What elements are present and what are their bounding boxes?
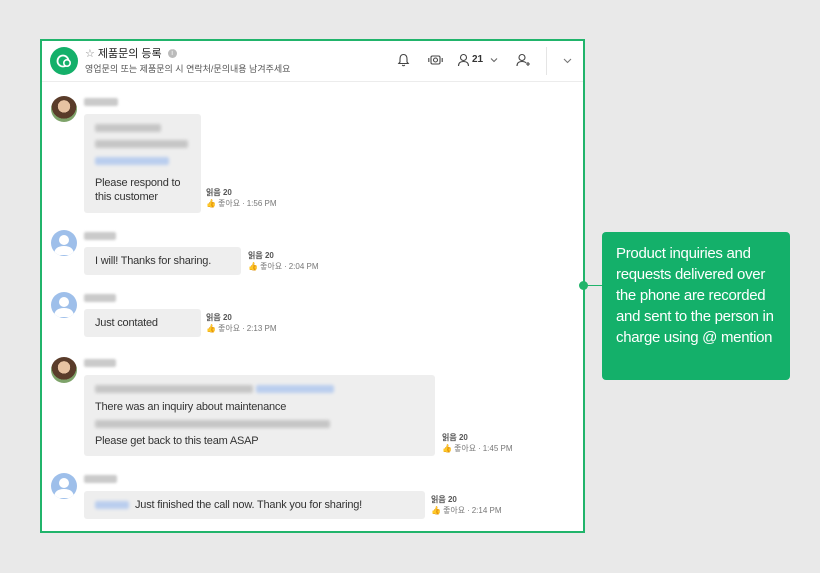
camera-capture-icon[interactable] (428, 53, 443, 67)
user-placeholder-icon (54, 297, 74, 317)
chat-header: ☆ 제품문의 등록 i 영업문의 또는 제품문의 시 연락처/문의내용 남겨주세… (42, 41, 583, 82)
read-count[interactable]: 읽음 20 (206, 312, 277, 323)
page-title: 제품문의 등록 (97, 48, 162, 60)
read-count[interactable]: 읽음 20 (431, 494, 502, 505)
add-member-icon[interactable] (516, 53, 531, 67)
message-meta: 읽음 20 👍 좋아요 · 2:14 PM (431, 494, 502, 516)
like-button[interactable]: 좋아요 (218, 323, 240, 334)
message-text: Just contated (95, 317, 158, 329)
message-meta: 읽음 20 👍 좋아요 · 2:13 PM (206, 312, 277, 334)
message-bubble[interactable]: There was an inquiry about maintenance P… (84, 375, 435, 456)
members-icon[interactable] (457, 53, 470, 67)
read-count[interactable]: 읽음 20 (206, 187, 277, 198)
collapse-chevron-icon[interactable] (563, 58, 572, 64)
redacted-mention[interactable] (95, 501, 129, 509)
sender-name (84, 232, 116, 240)
like-icon[interactable]: 👍 (206, 323, 216, 334)
user-placeholder-icon (54, 478, 74, 498)
callout-text: Product inquiries and requests delivered… (616, 245, 774, 346)
chat-window: ☆ 제품문의 등록 i 영업문의 또는 제품문의 시 연락처/문의내용 남겨주세… (40, 39, 585, 533)
avatar[interactable] (51, 473, 77, 499)
info-icon[interactable]: i (167, 48, 177, 58)
chat-subtitle: 영업문의 또는 제품문의 시 연락처/문의내용 남겨주세요 (85, 64, 291, 74)
header-divider (546, 47, 547, 75)
message-meta: 읽음 20 👍 좋아요 · 1:56 PM (206, 187, 277, 209)
like-icon[interactable]: 👍 (206, 198, 216, 209)
message-meta: 읽음 20 👍 좋아요 · 1:45 PM (442, 432, 513, 454)
timestamp: 2:14 PM (471, 506, 502, 515)
star-icon[interactable]: ☆ (85, 47, 95, 60)
redacted-text (95, 140, 188, 148)
callout-box: Product inquiries and requests delivered… (602, 232, 790, 380)
like-icon[interactable]: 👍 (431, 505, 441, 516)
chat-logo-icon (56, 54, 72, 68)
like-icon[interactable]: 👍 (442, 443, 452, 454)
message-text: Just finished the call now. Thank you fo… (135, 499, 363, 511)
like-button[interactable]: 좋아요 (454, 443, 476, 454)
read-count[interactable]: 읽음 20 (442, 432, 513, 443)
avatar[interactable] (51, 292, 77, 318)
chat-title-row: ☆ 제품문의 등록 i (85, 45, 177, 61)
sender-name (84, 98, 118, 106)
like-icon[interactable]: 👍 (248, 261, 258, 272)
chevron-down-icon[interactable] (490, 57, 498, 63)
timestamp: 2:04 PM (288, 262, 319, 271)
timestamp: 2:13 PM (246, 324, 277, 333)
redacted-link (95, 157, 169, 165)
like-button[interactable]: 좋아요 (260, 261, 282, 272)
like-button[interactable]: 좋아요 (218, 198, 240, 209)
message-bubble[interactable]: I will! Thanks for sharing. (84, 247, 241, 275)
message-text: Please respond to this customer (95, 177, 181, 203)
like-button[interactable]: 좋아요 (443, 505, 465, 516)
message-text: There was an inquiry about maintenance (95, 401, 287, 413)
redacted-text (95, 420, 330, 428)
timestamp: 1:56 PM (246, 199, 277, 208)
read-count[interactable]: 읽음 20 (248, 250, 319, 261)
redacted-text (95, 385, 253, 393)
message-bubble[interactable]: Just contated (84, 309, 201, 337)
message-text: I will! Thanks for sharing. (95, 255, 212, 267)
message-meta: 읽음 20 👍 좋아요 · 2:04 PM (248, 250, 319, 272)
bell-icon[interactable] (397, 53, 410, 67)
message-bubble[interactable]: Just finished the call now. Thank you fo… (84, 491, 425, 519)
avatar[interactable] (51, 96, 77, 122)
member-count[interactable]: 21 (472, 54, 483, 65)
user-placeholder-icon (54, 235, 74, 255)
sender-name (84, 475, 117, 483)
sender-name (84, 359, 116, 367)
message-text: Please get back to this team ASAP (95, 435, 259, 447)
app-logo (50, 47, 78, 75)
avatar[interactable] (51, 230, 77, 256)
redacted-link (256, 385, 334, 393)
avatar[interactable] (51, 357, 77, 383)
sender-name (84, 294, 116, 302)
callout-anchor-dot (579, 281, 588, 290)
message-bubble[interactable]: Please respond to this customer (84, 114, 201, 213)
timestamp: 1:45 PM (482, 444, 513, 453)
redacted-text (95, 124, 161, 132)
